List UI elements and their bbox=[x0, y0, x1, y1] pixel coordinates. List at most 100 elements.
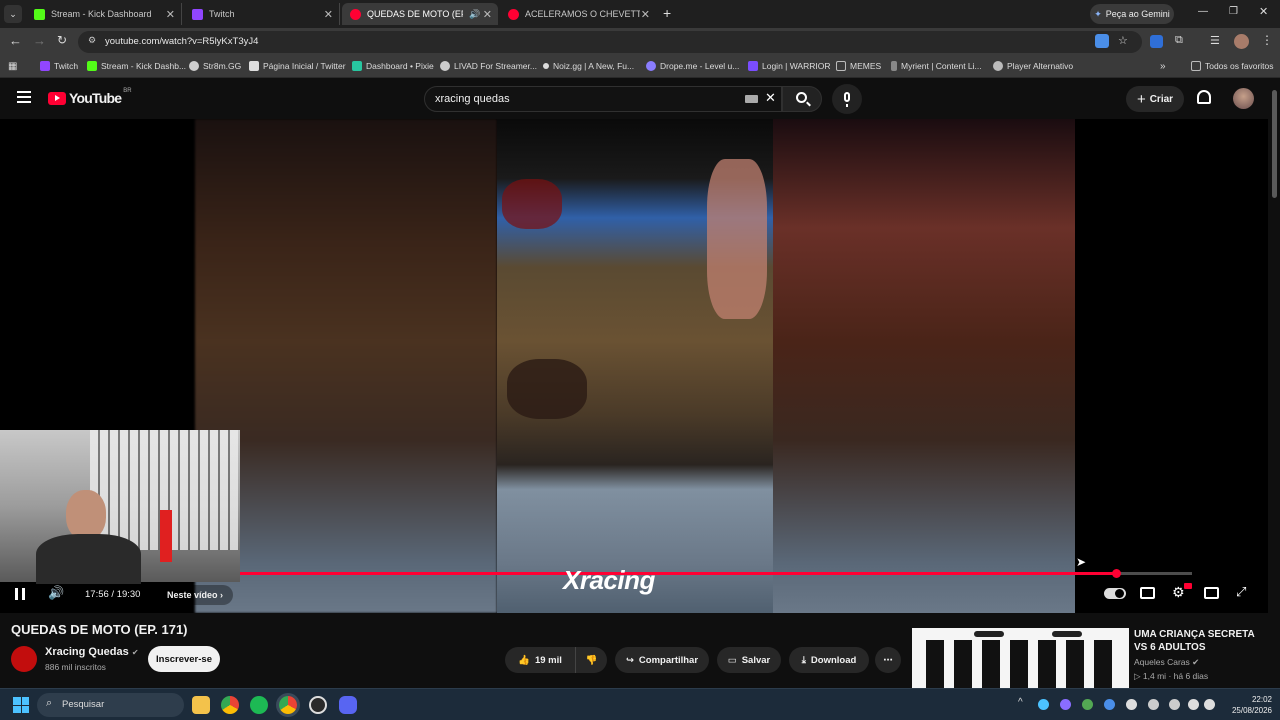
bookmark-memes-folder[interactable]: MEMES bbox=[836, 61, 881, 71]
close-icon[interactable]: ✕ bbox=[166, 8, 175, 21]
extensions-puzzle-icon[interactable]: ⧉ bbox=[1175, 34, 1183, 47]
channel-name[interactable]: Xracing Quedas ✔ bbox=[45, 646, 139, 658]
extension-icon-1[interactable] bbox=[1150, 35, 1163, 48]
bookmark-label: Myrient | Content Li... bbox=[901, 61, 982, 71]
gemini-button[interactable]: ✦ Peça ao Gemini bbox=[1090, 4, 1174, 24]
subscribe-button[interactable]: Inscrever-se bbox=[148, 646, 220, 672]
video-player[interactable]: 🔊 17:56 / 19:30 Neste vídeo › Xracing ⚙ … bbox=[0, 119, 1268, 613]
more-actions-button[interactable]: ⋯ bbox=[875, 647, 901, 673]
all-favorites-folder[interactable]: Todos os favoritos bbox=[1191, 61, 1274, 71]
chrome-icon[interactable] bbox=[221, 696, 239, 714]
dislike-button[interactable]: 👎 bbox=[575, 647, 607, 673]
bookmark-kick[interactable]: Stream - Kick Dashb... bbox=[87, 61, 186, 71]
chrome-active-icon[interactable] bbox=[279, 696, 297, 714]
star-icon[interactable]: ☆ bbox=[1118, 34, 1128, 47]
recommended-channel[interactable]: Aqueles Caras ✔ bbox=[1134, 657, 1199, 668]
download-button[interactable]: ⤓ Download bbox=[789, 647, 869, 673]
search-input[interactable]: xracing quedas ✕ bbox=[424, 86, 782, 112]
microphone-tray-icon[interactable] bbox=[1169, 699, 1180, 710]
tab-twitch[interactable]: Twitch ✕ bbox=[184, 3, 340, 25]
tab-search-button[interactable]: ⌄ bbox=[4, 5, 22, 23]
window-close-icon[interactable]: ✕ bbox=[1259, 5, 1268, 18]
speaker-icon[interactable] bbox=[1204, 699, 1215, 710]
bookmark-warrior[interactable]: Login | WARRIOR bbox=[748, 61, 831, 71]
save-button[interactable]: ▭ Salvar bbox=[717, 647, 781, 673]
reading-list-icon[interactable]: ☰ bbox=[1210, 34, 1220, 47]
subtitles-icon[interactable] bbox=[1140, 587, 1155, 599]
install-icon[interactable] bbox=[1095, 34, 1109, 48]
close-icon[interactable]: ✕ bbox=[641, 8, 650, 21]
bookmark-livad[interactable]: LIVAD For Streamer... bbox=[440, 61, 537, 71]
site-info-icon[interactable]: ⚙ bbox=[88, 35, 96, 46]
video-title: QUEDAS DE MOTO (EP. 171) bbox=[11, 622, 188, 637]
tab-chevette[interactable]: ACELERAMOS O CHEVETTE EL ✕ bbox=[500, 3, 656, 25]
bookmark-noiz[interactable]: Noiz.gg | A New, Fu... bbox=[543, 61, 634, 71]
forward-icon[interactable]: → bbox=[33, 33, 46, 48]
bookmark-player-alternativo[interactable]: Player Alternativo bbox=[993, 61, 1073, 71]
fullscreen-icon[interactable]: ⤢ bbox=[1236, 584, 1246, 600]
theater-mode-icon[interactable] bbox=[1204, 587, 1219, 599]
tray-icon-3[interactable] bbox=[1082, 699, 1093, 710]
minimize-icon[interactable]: — bbox=[1198, 6, 1208, 17]
menu-kebab-icon[interactable]: ⋮ bbox=[1261, 33, 1273, 47]
discord-icon[interactable] bbox=[339, 696, 357, 714]
voice-search-button[interactable] bbox=[832, 84, 862, 114]
url-bar[interactable]: ⚙ youtube.com/watch?v=R5lyKxT3yJ4 ☆ bbox=[78, 31, 1142, 53]
close-icon[interactable]: ✕ bbox=[483, 8, 492, 21]
taskbar-clock[interactable]: 22:02 25/08/2026 bbox=[1216, 694, 1272, 716]
bookmarks-bar: ▦ Twitch Stream - Kick Dashb... Str8m.GG… bbox=[0, 56, 1280, 78]
volume-icon[interactable]: 🔊 bbox=[48, 585, 64, 601]
chapters-button[interactable]: Neste vídeo › bbox=[157, 585, 234, 605]
file-explorer-icon[interactable] bbox=[192, 696, 210, 714]
obs-icon[interactable] bbox=[309, 696, 327, 714]
apps-grid-icon[interactable]: ▦ bbox=[8, 61, 17, 72]
restore-icon[interactable]: ❐ bbox=[1229, 6, 1238, 17]
more-bookmarks-icon[interactable]: » bbox=[1160, 61, 1166, 72]
windows-start-icon[interactable] bbox=[13, 697, 29, 713]
youtube-logo[interactable]: YouTube BR bbox=[48, 88, 132, 106]
youtube-logo-text: YouTube bbox=[69, 90, 122, 106]
new-tab-icon[interactable]: + bbox=[663, 5, 671, 21]
network-icon[interactable] bbox=[1188, 699, 1199, 710]
notifications-bell-icon[interactable] bbox=[1197, 90, 1211, 104]
search-button[interactable] bbox=[782, 86, 822, 112]
tray-icon-4[interactable] bbox=[1148, 699, 1159, 710]
back-icon[interactable]: ← bbox=[9, 33, 22, 48]
tab-kick-dashboard[interactable]: Stream - Kick Dashboard ✕ bbox=[26, 3, 182, 25]
tray-icon-2[interactable] bbox=[1060, 699, 1071, 710]
wifi-icon[interactable] bbox=[1126, 699, 1137, 710]
channel-avatar[interactable] bbox=[11, 646, 37, 672]
bookmark-str8m[interactable]: Str8m.GG bbox=[189, 61, 241, 71]
taskbar-search[interactable]: ⌕ Pesquisar bbox=[37, 693, 184, 717]
account-avatar[interactable] bbox=[1233, 88, 1254, 109]
bookmark-pixie[interactable]: Dashboard • Pixie bbox=[352, 61, 434, 71]
recommended-title[interactable]: UMA CRIANÇA SECRETA VS 6 ADULTOS bbox=[1134, 628, 1264, 654]
like-button[interactable]: 👍 19 mil bbox=[505, 647, 575, 673]
create-button[interactable]: + Criar bbox=[1126, 86, 1184, 112]
profile-avatar[interactable] bbox=[1234, 34, 1249, 49]
tray-icon-1[interactable] bbox=[1038, 699, 1049, 710]
reload-icon[interactable]: ↻ bbox=[57, 33, 67, 47]
clear-search-icon[interactable]: ✕ bbox=[765, 90, 776, 106]
bookmark-myrient[interactable]: Myrient | Content Li... bbox=[891, 61, 982, 71]
progress-scrubber[interactable] bbox=[1111, 569, 1121, 578]
hamburger-menu-icon[interactable] bbox=[17, 91, 31, 103]
autoplay-toggle[interactable] bbox=[1104, 588, 1126, 599]
share-button[interactable]: ↪ Compartilhar bbox=[615, 647, 709, 673]
scrollbar-thumb[interactable] bbox=[1272, 90, 1277, 198]
bookmark-label: Página Inicial / Twitter bbox=[263, 61, 346, 71]
bookmark-drope[interactable]: Drope.me - Level u... bbox=[646, 61, 739, 71]
close-icon[interactable]: ✕ bbox=[324, 8, 333, 21]
keyboard-icon[interactable] bbox=[745, 95, 758, 103]
bookmark-twitch[interactable]: Twitch bbox=[40, 61, 78, 71]
bookmark-twitter[interactable]: Página Inicial / Twitter bbox=[249, 61, 346, 71]
settings-gear-icon[interactable]: ⚙ bbox=[1172, 584, 1185, 601]
spotify-icon[interactable] bbox=[250, 696, 268, 714]
tab-quedas-de-moto[interactable]: QUEDAS DE MOTO (EP. 17 🔊 ✕ bbox=[342, 3, 498, 25]
recommended-thumbnail[interactable] bbox=[912, 628, 1129, 688]
audio-icon[interactable]: 🔊 bbox=[469, 9, 480, 20]
bluetooth-icon[interactable] bbox=[1104, 699, 1115, 710]
youtube-header: YouTube BR xracing quedas ✕ + Criar bbox=[0, 79, 1280, 119]
tray-overflow-icon[interactable]: ^ bbox=[1018, 697, 1023, 708]
pause-button[interactable] bbox=[15, 588, 25, 600]
